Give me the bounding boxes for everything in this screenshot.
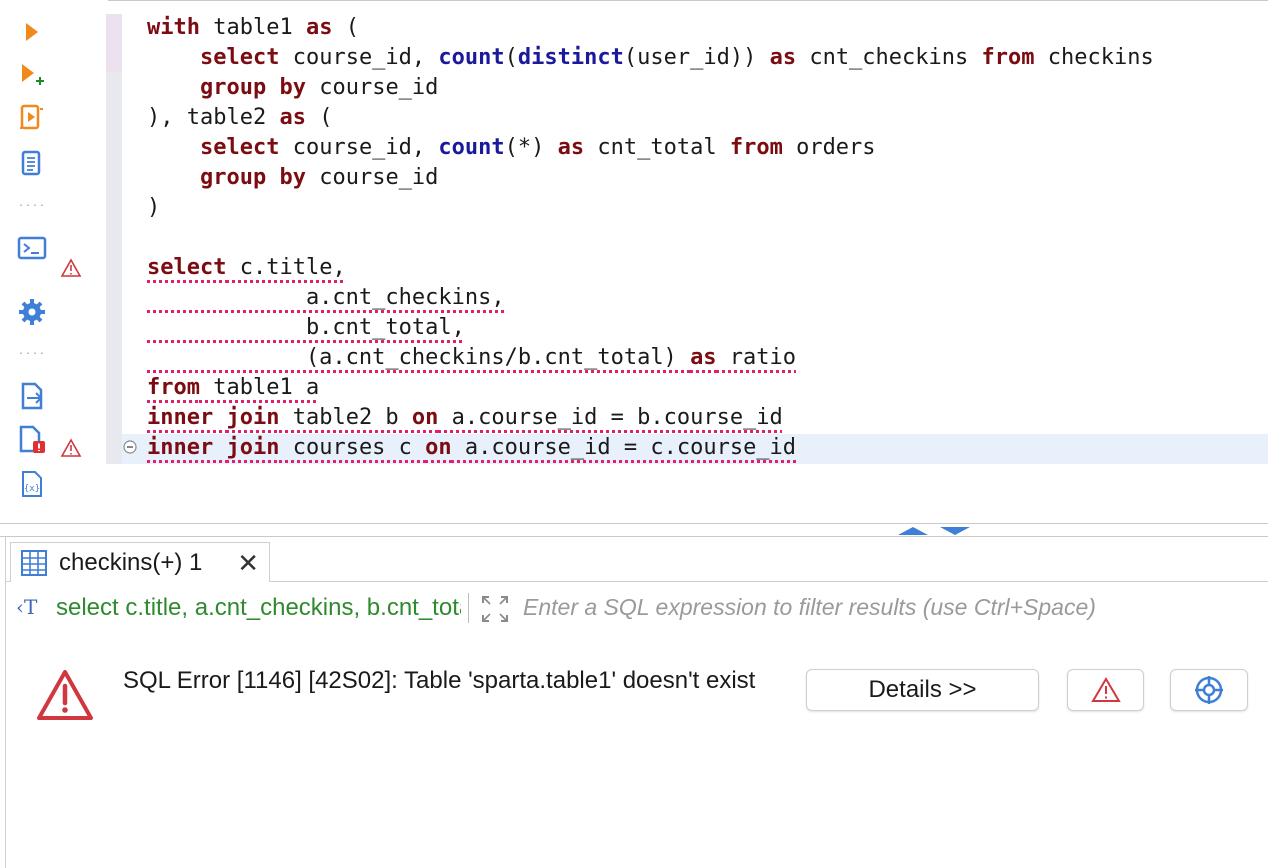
code-line[interactable]: with table1 as ( <box>147 15 359 40</box>
code-line[interactable]: ), table2 as ( <box>147 105 332 130</box>
maximize-results-icon[interactable] <box>940 527 970 535</box>
line-warning-icon[interactable] <box>60 258 82 278</box>
toolbar-separator: .... <box>18 198 47 209</box>
sql-editor[interactable]: .... .... {x} with table1 as ( select co… <box>0 0 1268 525</box>
execute-script-icon[interactable] <box>14 100 50 136</box>
execute-script-new-tab-icon[interactable] <box>14 146 50 182</box>
filter-bar: ‹T select c.title, a.cnt_checkins, b.cnt… <box>6 583 1268 634</box>
query-text-icon: ‹T <box>16 595 38 619</box>
maximize-editor-icon[interactable] <box>898 527 928 535</box>
grid-icon <box>21 549 47 576</box>
sql-code[interactable]: with table1 as ( select course_id, count… <box>147 13 1154 463</box>
problems-icon[interactable] <box>14 422 50 458</box>
svg-text:{x}: {x} <box>24 484 40 494</box>
close-tab-icon[interactable]: ✕ <box>237 550 259 576</box>
results-tab[interactable]: checkins(+) 1 ✕ <box>10 542 270 582</box>
code-line[interactable]: a.cnt_checkins, <box>147 285 505 310</box>
code-line[interactable]: b.cnt_total, <box>147 315 465 340</box>
warning-icon <box>1090 677 1121 702</box>
error-panel: SQL Error [1146] [42S02]: Table 'sparta.… <box>6 633 1268 868</box>
console-icon[interactable] <box>14 230 50 266</box>
details-button[interactable]: Details >> <box>806 669 1039 711</box>
line-warning-icon[interactable] <box>60 438 82 458</box>
editor-toolbar: .... .... {x} <box>0 0 62 525</box>
code-line[interactable]: select c.title, <box>147 255 346 280</box>
expand-filter-icon[interactable] <box>480 594 510 624</box>
crosshair-icon <box>1195 676 1223 704</box>
panel-splitter[interactable] <box>0 523 1268 537</box>
query-preview[interactable]: select c.title, a.cnt_checkins, b.cnt_to… <box>56 594 461 622</box>
code-line[interactable]: inner join table2 b on a.course_id = b.c… <box>147 405 783 430</box>
settings-gear-icon[interactable] <box>14 294 50 330</box>
filter-separator <box>468 593 469 623</box>
code-line[interactable]: ) <box>147 195 160 220</box>
details-button-label: Details >> <box>868 676 977 703</box>
results-panel: checkins(+) 1 ✕ ‹T select c.title, a.cnt… <box>5 537 1268 868</box>
error-message: SQL Error [1146] [42S02]: Table 'sparta.… <box>123 667 756 694</box>
results-tab-bar: checkins(+) 1 ✕ <box>6 537 1268 582</box>
error-warning-icon <box>37 670 93 720</box>
export-icon[interactable] <box>14 378 50 414</box>
code-line[interactable]: inner join courses c on a.course_id = c.… <box>147 435 796 460</box>
ruler-marker <box>106 14 122 72</box>
filter-input[interactable]: Enter a SQL expression to filter results… <box>523 594 1096 621</box>
code-line[interactable]: from table1 a <box>147 375 319 400</box>
execute-new-tab-icon[interactable] <box>14 58 50 94</box>
variables-icon[interactable]: {x} <box>14 466 50 502</box>
editor-annotation-ruler <box>106 14 122 464</box>
toolbar-separator: .... <box>18 346 47 357</box>
editor-top-border <box>108 0 1268 1</box>
results-tab-label: checkins(+) 1 <box>59 548 203 576</box>
code-line[interactable]: select course_id, count(distinct(user_id… <box>147 45 1154 70</box>
locate-error-button[interactable] <box>1170 669 1248 711</box>
code-line[interactable]: (a.cnt_checkins/b.cnt_total) as ratio <box>147 345 796 370</box>
code-line[interactable]: group by course_id <box>147 75 438 100</box>
code-line[interactable]: group by course_id <box>147 165 438 190</box>
fold-collapse-icon[interactable] <box>123 440 137 454</box>
code-line[interactable]: select course_id, count(*) as cnt_total … <box>147 135 876 160</box>
error-log-button[interactable] <box>1067 669 1144 711</box>
execute-statement-icon[interactable] <box>14 14 50 50</box>
